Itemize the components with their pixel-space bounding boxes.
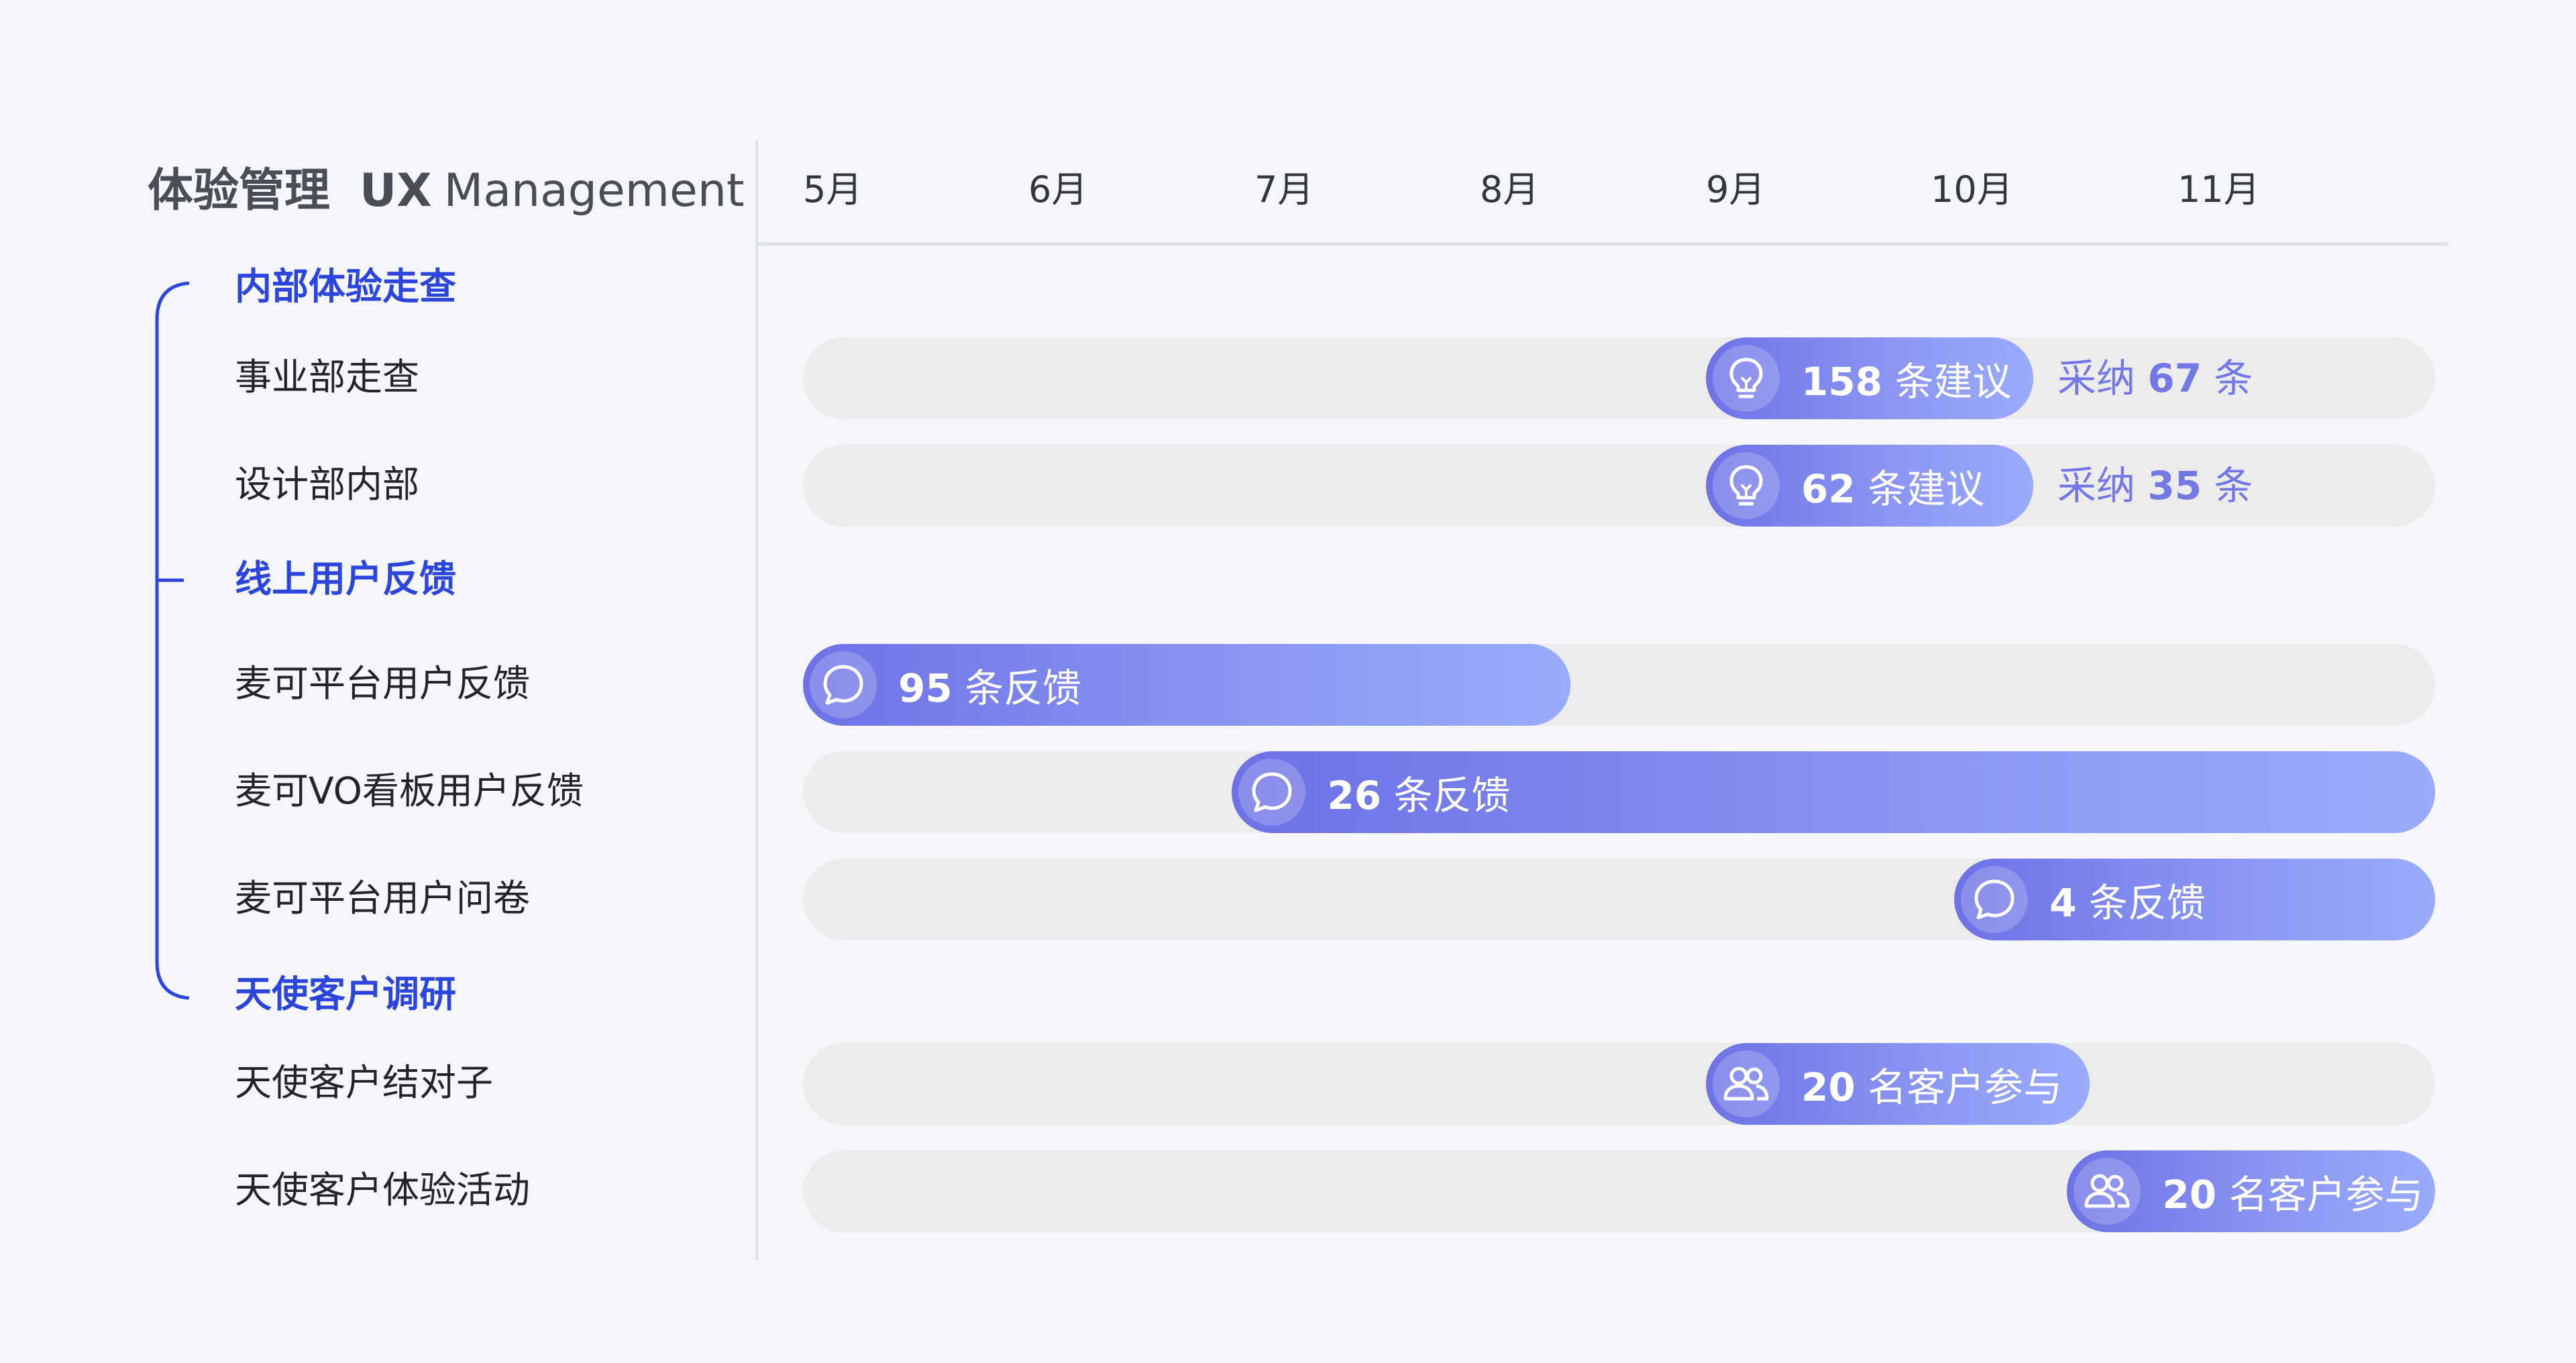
bar-unit: 名客户参与 — [2216, 1172, 2424, 1217]
month-tick: 7月 — [1254, 168, 1314, 211]
adopted-prefix: 采纳 — [2057, 356, 2148, 401]
adopted-prefix: 采纳 — [2057, 463, 2148, 508]
chat-bubble-icon — [1238, 759, 1306, 826]
bar-count: 20 — [1801, 1065, 1856, 1110]
category-angel-research: 天使客户调研 — [235, 973, 457, 1016]
title-en: Management — [443, 164, 745, 217]
gantt-bar[interactable]: 95 条反馈 — [803, 644, 1571, 726]
bar-count: 158 — [1801, 359, 1883, 404]
bar-label: 62 条建议 — [1801, 457, 1984, 514]
gantt-bar[interactable]: 62 条建议 — [1706, 445, 2033, 527]
page-title: 体验管理 UX Management — [148, 153, 745, 219]
gantt-bar[interactable]: 158 条建议 — [1706, 337, 2033, 419]
bar-label: 4 条反馈 — [2049, 871, 2206, 928]
bar-label: 95 条反馈 — [898, 657, 1081, 713]
adopted-unit: 条 — [2202, 356, 2253, 401]
gantt-bar[interactable]: 26 条反馈 — [1232, 751, 2435, 833]
bar-label: 26 条反馈 — [1327, 764, 1510, 820]
bar-unit: 条反馈 — [952, 665, 1082, 711]
bar-track: 62 条建议 采纳 35 条 — [803, 445, 2435, 527]
month-tick: 8月 — [1480, 168, 1540, 211]
row-label: 麦可VO看板用户反馈 — [235, 769, 584, 812]
month-tick: 9月 — [1706, 168, 1766, 211]
category-internal-review: 内部体验走查 — [235, 265, 457, 308]
bar-unit: 条反馈 — [1381, 773, 1511, 818]
bar-count: 4 — [2049, 880, 2077, 926]
category-online-feedback: 线上用户反馈 — [235, 557, 457, 600]
users-icon — [1713, 1050, 1780, 1117]
month-tick: 5月 — [803, 168, 863, 211]
bar-unit: 条建议 — [1882, 359, 2012, 404]
bar-label: 20 名客户参与 — [1801, 1056, 2062, 1112]
month-tick: 11月 — [2178, 168, 2260, 211]
title-ux: UX — [360, 164, 432, 217]
adopted-number: 35 — [2147, 463, 2202, 508]
row-label: 事业部走查 — [235, 356, 420, 398]
bar-unit: 条建议 — [1855, 466, 1985, 512]
month-tick: 6月 — [1028, 168, 1088, 211]
row-label: 设计部内部 — [235, 463, 420, 506]
row-label: 麦可平台用户反馈 — [235, 662, 531, 705]
bar-label: 20 名客户参与 — [2162, 1163, 2423, 1219]
bar-count: 26 — [1327, 773, 1382, 818]
lightbulb-icon — [1713, 452, 1780, 519]
row-label: 天使客户结对子 — [235, 1061, 494, 1104]
bar-count: 95 — [898, 665, 953, 711]
gantt-bar[interactable]: 20 名客户参与 — [2067, 1150, 2435, 1232]
month-tick: 10月 — [1931, 168, 2013, 211]
bar-label: 158 条建议 — [1801, 350, 2012, 406]
bar-unit: 条反馈 — [2076, 880, 2206, 926]
adopted-number: 67 — [2147, 356, 2202, 401]
bar-unit: 名客户参与 — [1855, 1065, 2063, 1110]
vertical-divider — [755, 140, 758, 1260]
bar-track: 26 条反馈 — [803, 751, 2435, 833]
gantt-bar[interactable]: 4 条反馈 — [1954, 859, 2435, 940]
category-bracket — [155, 282, 190, 999]
adopted-count: 采纳 67 条 — [2057, 337, 2253, 419]
bar-count: 20 — [2162, 1172, 2217, 1217]
chat-bubble-icon — [810, 651, 877, 718]
adopted-unit: 条 — [2202, 463, 2253, 508]
title-zh: 体验管理 — [148, 164, 331, 217]
lightbulb-icon — [1713, 345, 1780, 412]
bar-track: 4 条反馈 — [803, 859, 2435, 940]
bar-track: 158 条建议 采纳 67 条 — [803, 337, 2435, 419]
chat-bubble-icon — [1961, 866, 2029, 933]
gantt-bar[interactable]: 20 名客户参与 — [1706, 1043, 2090, 1125]
row-label: 天使客户体验活动 — [235, 1168, 531, 1211]
row-label: 麦可平台用户问卷 — [235, 877, 531, 920]
bar-track: 20 名客户参与 — [803, 1043, 2435, 1125]
users-icon — [2074, 1158, 2141, 1225]
bar-track: 95 条反馈 — [803, 644, 2435, 726]
bar-track: 20 名客户参与 — [803, 1150, 2435, 1232]
adopted-count: 采纳 35 条 — [2057, 445, 2253, 527]
bar-count: 62 — [1801, 466, 1856, 512]
header-divider — [758, 242, 2449, 246]
